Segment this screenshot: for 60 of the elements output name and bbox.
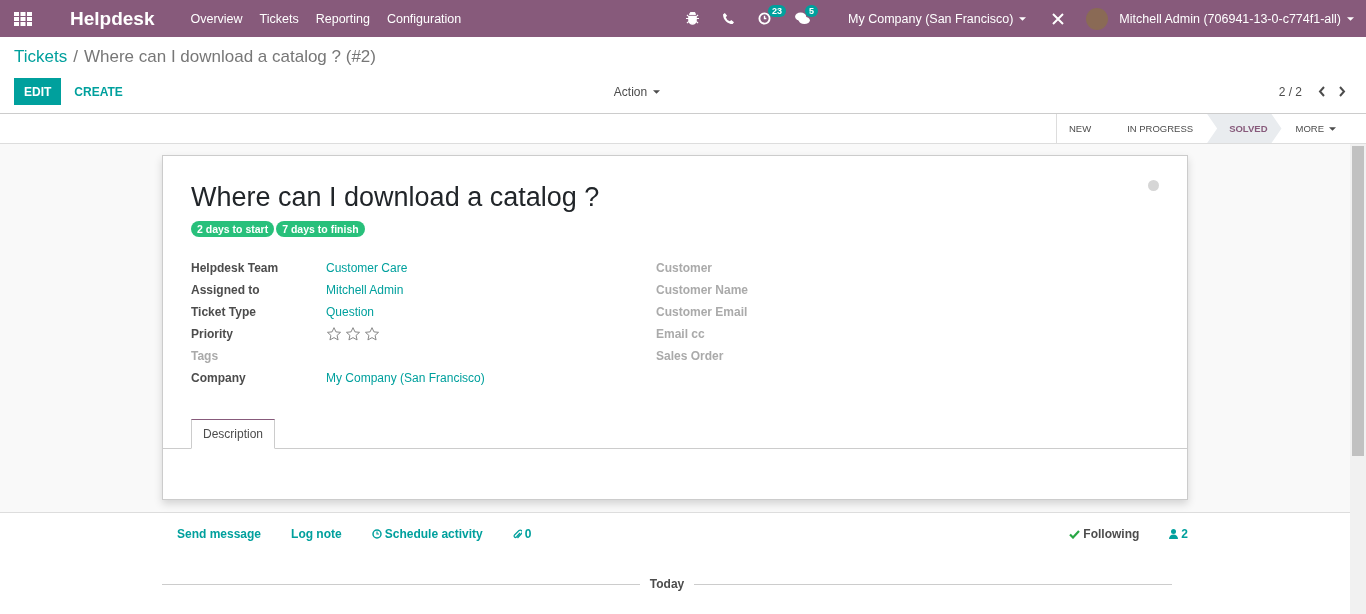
person-icon xyxy=(1169,529,1179,539)
pager-value: 2 / 2 xyxy=(1278,84,1302,99)
deadline-badge: 2 days to start xyxy=(191,221,275,237)
followers-button[interactable]: 2 xyxy=(1169,527,1188,541)
user-menu[interactable]: Mitchell Admin (706941-13-0-c774f1-all) xyxy=(1119,11,1341,26)
stage-button[interactable]: SOLVED xyxy=(1207,114,1282,143)
star-icon[interactable] xyxy=(345,326,361,342)
field-label: Email cc xyxy=(656,327,706,341)
clock-icon xyxy=(371,529,382,539)
field-label: Customer Name xyxy=(656,283,750,297)
field-label: Customer Email xyxy=(656,305,749,319)
chat-bubbles-icon[interactable] xyxy=(795,12,811,25)
field-label: Helpdesk Team xyxy=(191,261,280,275)
clock-icon[interactable] xyxy=(758,12,772,25)
field-label: Customer xyxy=(656,261,713,275)
breadcrumb-current: Where can I download a catalog ? (#2) xyxy=(83,47,376,67)
caret-icon xyxy=(653,89,661,94)
menu-item[interactable]: Overview xyxy=(190,11,243,26)
action-dropdown[interactable]: Action xyxy=(607,83,667,100)
message-count-badge: 5 xyxy=(805,5,819,17)
deadline-badge: 7 days to finish xyxy=(276,221,365,237)
app-name[interactable]: Helpdesk xyxy=(70,7,155,30)
paperclip-icon xyxy=(512,528,522,540)
star-icon[interactable] xyxy=(364,326,380,342)
caret-icon xyxy=(1347,16,1354,21)
edit-button[interactable]: EDIT xyxy=(14,78,62,105)
star-icon[interactable] xyxy=(326,326,342,342)
phone-icon[interactable] xyxy=(723,13,735,24)
log-note-link[interactable]: Log note xyxy=(291,527,342,541)
breadcrumb-link[interactable]: Tickets xyxy=(14,47,68,67)
field-label: Assigned to xyxy=(191,283,261,297)
field-value[interactable]: My Company (San Francisco) xyxy=(326,371,659,385)
company-switcher[interactable]: My Company (San Francisco) xyxy=(848,11,1027,26)
activity-count-badge: 23 xyxy=(768,5,787,17)
send-message-link[interactable]: Send message xyxy=(177,527,262,541)
ticket-title: Where can I download a catalog ? xyxy=(191,182,600,213)
scrollbar[interactable] xyxy=(1350,144,1366,614)
field-label: Tags xyxy=(191,349,220,363)
field-label: Company xyxy=(191,371,247,385)
caret-icon xyxy=(1329,126,1336,131)
attachments-button[interactable]: 0 xyxy=(512,527,532,541)
schedule-activity-link[interactable]: Schedule activity xyxy=(371,527,483,541)
menu-item[interactable]: Configuration xyxy=(386,11,462,26)
bug-icon[interactable] xyxy=(686,12,700,25)
notebook-tab[interactable]: Description xyxy=(191,419,276,449)
chevron-left-icon xyxy=(1318,86,1326,97)
following-button[interactable]: Following xyxy=(1069,527,1140,541)
create-button[interactable]: CREATE xyxy=(64,84,133,99)
checkmark-icon xyxy=(1069,529,1081,539)
field-label: Priority xyxy=(191,327,234,341)
caret-icon xyxy=(1019,16,1027,21)
field-label: Ticket Type xyxy=(191,305,257,319)
apps-menu-icon[interactable] xyxy=(14,11,32,26)
menu-item[interactable]: Tickets xyxy=(259,11,299,26)
field-label: Sales Order xyxy=(656,349,725,363)
menu-item[interactable]: Reporting xyxy=(315,11,370,26)
breadcrumb-separator: / xyxy=(73,47,78,67)
date-separator: Today xyxy=(649,577,685,591)
status-dot-icon[interactable] xyxy=(1148,180,1159,191)
chevron-right-icon xyxy=(1338,86,1346,97)
